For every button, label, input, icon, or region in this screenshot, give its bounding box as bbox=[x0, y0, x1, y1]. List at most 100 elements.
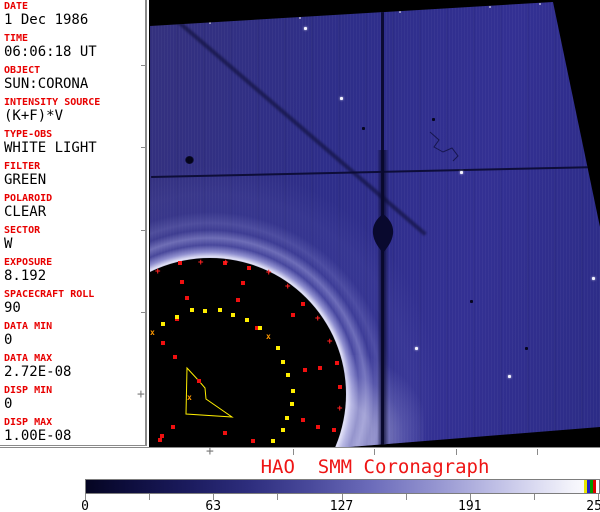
field-label: POLAROID bbox=[4, 193, 53, 204]
field-label: TYPE-OBS bbox=[4, 129, 53, 140]
field-label: SPACECRAFT ROLL bbox=[4, 289, 95, 300]
field-label: DISP MIN bbox=[4, 385, 53, 396]
red-plus-marker: + bbox=[285, 282, 291, 292]
yellow-fiducial-dot bbox=[291, 389, 295, 393]
field-label: OBJECT bbox=[4, 65, 41, 76]
metadata-field: TYPE-OBS WHITE LIGHT bbox=[4, 129, 145, 156]
field-value: 2.72E-08 bbox=[4, 364, 72, 380]
yellow-fiducial-dot bbox=[281, 428, 285, 432]
red-fiducial-dot bbox=[332, 428, 336, 432]
metadata-field: DATA MAX 2.72E-08 bbox=[4, 353, 145, 380]
yellow-fiducial-dot bbox=[218, 308, 222, 312]
field-value: 1 Dec 1986 bbox=[4, 12, 89, 28]
field-value: WHITE LIGHT bbox=[4, 140, 97, 156]
yellow-fiducial-dot bbox=[290, 402, 294, 406]
bottom-axis-tick bbox=[293, 449, 294, 455]
red-fiducial-dot bbox=[161, 341, 165, 345]
field-label: INTENSITY SOURCE bbox=[4, 97, 101, 108]
red-fiducial-dot bbox=[338, 385, 342, 389]
red-fiducial-dot bbox=[180, 280, 184, 284]
field-value: 0 bbox=[4, 396, 13, 412]
colorbar-tick-label: 191 bbox=[458, 499, 482, 512]
red-fiducial-dot bbox=[301, 302, 305, 306]
field-value: 90 bbox=[4, 300, 21, 316]
colorbar-minor-tick bbox=[149, 494, 150, 500]
colorbar-tick-label: 127 bbox=[329, 499, 354, 512]
yellow-fiducial-dot bbox=[231, 313, 235, 317]
orange-x-marker: x bbox=[187, 393, 192, 402]
field-value: CLEAR bbox=[4, 204, 47, 220]
red-plus-marker: + bbox=[266, 268, 272, 278]
red-fiducial-dot bbox=[173, 355, 177, 359]
bottom-axis-line bbox=[0, 447, 600, 448]
yellow-fiducial-dot bbox=[281, 360, 285, 364]
intensity-colorbar bbox=[85, 479, 600, 494]
field-label: DATA MIN bbox=[4, 321, 53, 332]
field-label: DATA MAX bbox=[4, 353, 53, 364]
red-plus-marker: + bbox=[223, 258, 229, 268]
bottom-axis-tick bbox=[537, 449, 538, 455]
colorbar-minor-tick bbox=[534, 494, 535, 500]
red-fiducial-dot bbox=[316, 425, 320, 429]
colorbar-minor-tick bbox=[277, 494, 278, 500]
metadata-field: TIME 06:06:18 UT bbox=[4, 33, 145, 60]
field-label: DATE bbox=[4, 1, 29, 12]
metadata-field: INTENSITY SOURCE (K+F)*V bbox=[4, 97, 145, 124]
red-plus-marker: + bbox=[155, 267, 161, 277]
field-value: 06:06:18 UT bbox=[4, 44, 97, 60]
field-label: TIME bbox=[4, 33, 29, 44]
red-fiducial-dot bbox=[301, 418, 305, 422]
red-fiducial-dot bbox=[171, 425, 175, 429]
red-fiducial-dot bbox=[318, 366, 322, 370]
field-label: SECTOR bbox=[4, 225, 41, 236]
metadata-field: DISP MAX 1.00E-08 bbox=[4, 417, 145, 444]
field-label: FILTER bbox=[4, 161, 41, 172]
yellow-fiducial-dot bbox=[161, 322, 165, 326]
field-value: W bbox=[4, 236, 13, 252]
colorbar-tick-label: 255 bbox=[586, 499, 600, 512]
metadata-field: POLAROID CLEAR bbox=[4, 193, 145, 220]
field-value: GREEN bbox=[4, 172, 47, 188]
red-fiducial-dot bbox=[236, 298, 240, 302]
coronagraph-viewer-window: DATE 1 Dec 1986 TIME 06:06:18 UT OBJECT SUN:C… bbox=[0, 0, 600, 512]
yellow-fiducial-dot bbox=[245, 318, 249, 322]
yellow-fiducial-dot bbox=[190, 308, 194, 312]
field-value: 1.00E-08 bbox=[4, 428, 72, 444]
red-fiducial-dot bbox=[247, 266, 251, 270]
metadata-field: DATA MIN 0 bbox=[4, 321, 145, 348]
bottom-axis-tick bbox=[456, 449, 457, 455]
field-value: 0 bbox=[4, 332, 13, 348]
metadata-field: EXPOSURE 8.192 bbox=[4, 257, 145, 284]
orange-x-marker: x bbox=[266, 332, 271, 341]
yellow-fiducial-dot bbox=[271, 439, 275, 443]
metadata-field: DATE 1 Dec 1986 bbox=[4, 1, 145, 28]
colorbar-tick-label: 0 bbox=[81, 499, 89, 512]
coronagraph-image-panel: + + + + + + + + x x x bbox=[149, 0, 600, 447]
red-fiducial-dot bbox=[223, 431, 227, 435]
metadata-field: SECTOR W bbox=[4, 225, 145, 252]
field-label: DISP MAX bbox=[4, 417, 53, 428]
metadata-sidebar: DATE 1 Dec 1986 TIME 06:06:18 UT OBJECT SUN:C… bbox=[0, 0, 147, 446]
colorbar-index-stripe bbox=[593, 480, 596, 493]
yellow-fiducial-dot bbox=[258, 326, 262, 330]
yellow-fiducial-dot bbox=[175, 315, 179, 319]
yellow-fiducial-dot bbox=[203, 309, 207, 313]
orange-x-marker: x bbox=[150, 328, 155, 337]
red-fiducial-dot bbox=[178, 261, 182, 265]
yellow-fiducial-dot bbox=[285, 416, 289, 420]
metadata-field: SPACECRAFT ROLL 90 bbox=[4, 289, 145, 316]
fiducial-markers-layer: + + + + + + + + x x x bbox=[149, 0, 600, 447]
bottom-axis-tick bbox=[374, 449, 375, 455]
field-label: EXPOSURE bbox=[4, 257, 53, 268]
metadata-field: FILTER GREEN bbox=[4, 161, 145, 188]
red-fiducial-dot bbox=[241, 281, 245, 285]
field-value: (K+F)*V bbox=[4, 108, 64, 124]
calibration-polygon bbox=[185, 366, 234, 418]
red-plus-marker: + bbox=[198, 258, 204, 268]
field-value: 8.192 bbox=[4, 268, 47, 284]
field-value: SUN:CORONA bbox=[4, 76, 89, 92]
red-fiducial-dot bbox=[185, 296, 189, 300]
yellow-fiducial-dot bbox=[276, 346, 280, 350]
colorbar-minor-tick bbox=[406, 494, 407, 500]
red-plus-marker: + bbox=[327, 337, 333, 347]
